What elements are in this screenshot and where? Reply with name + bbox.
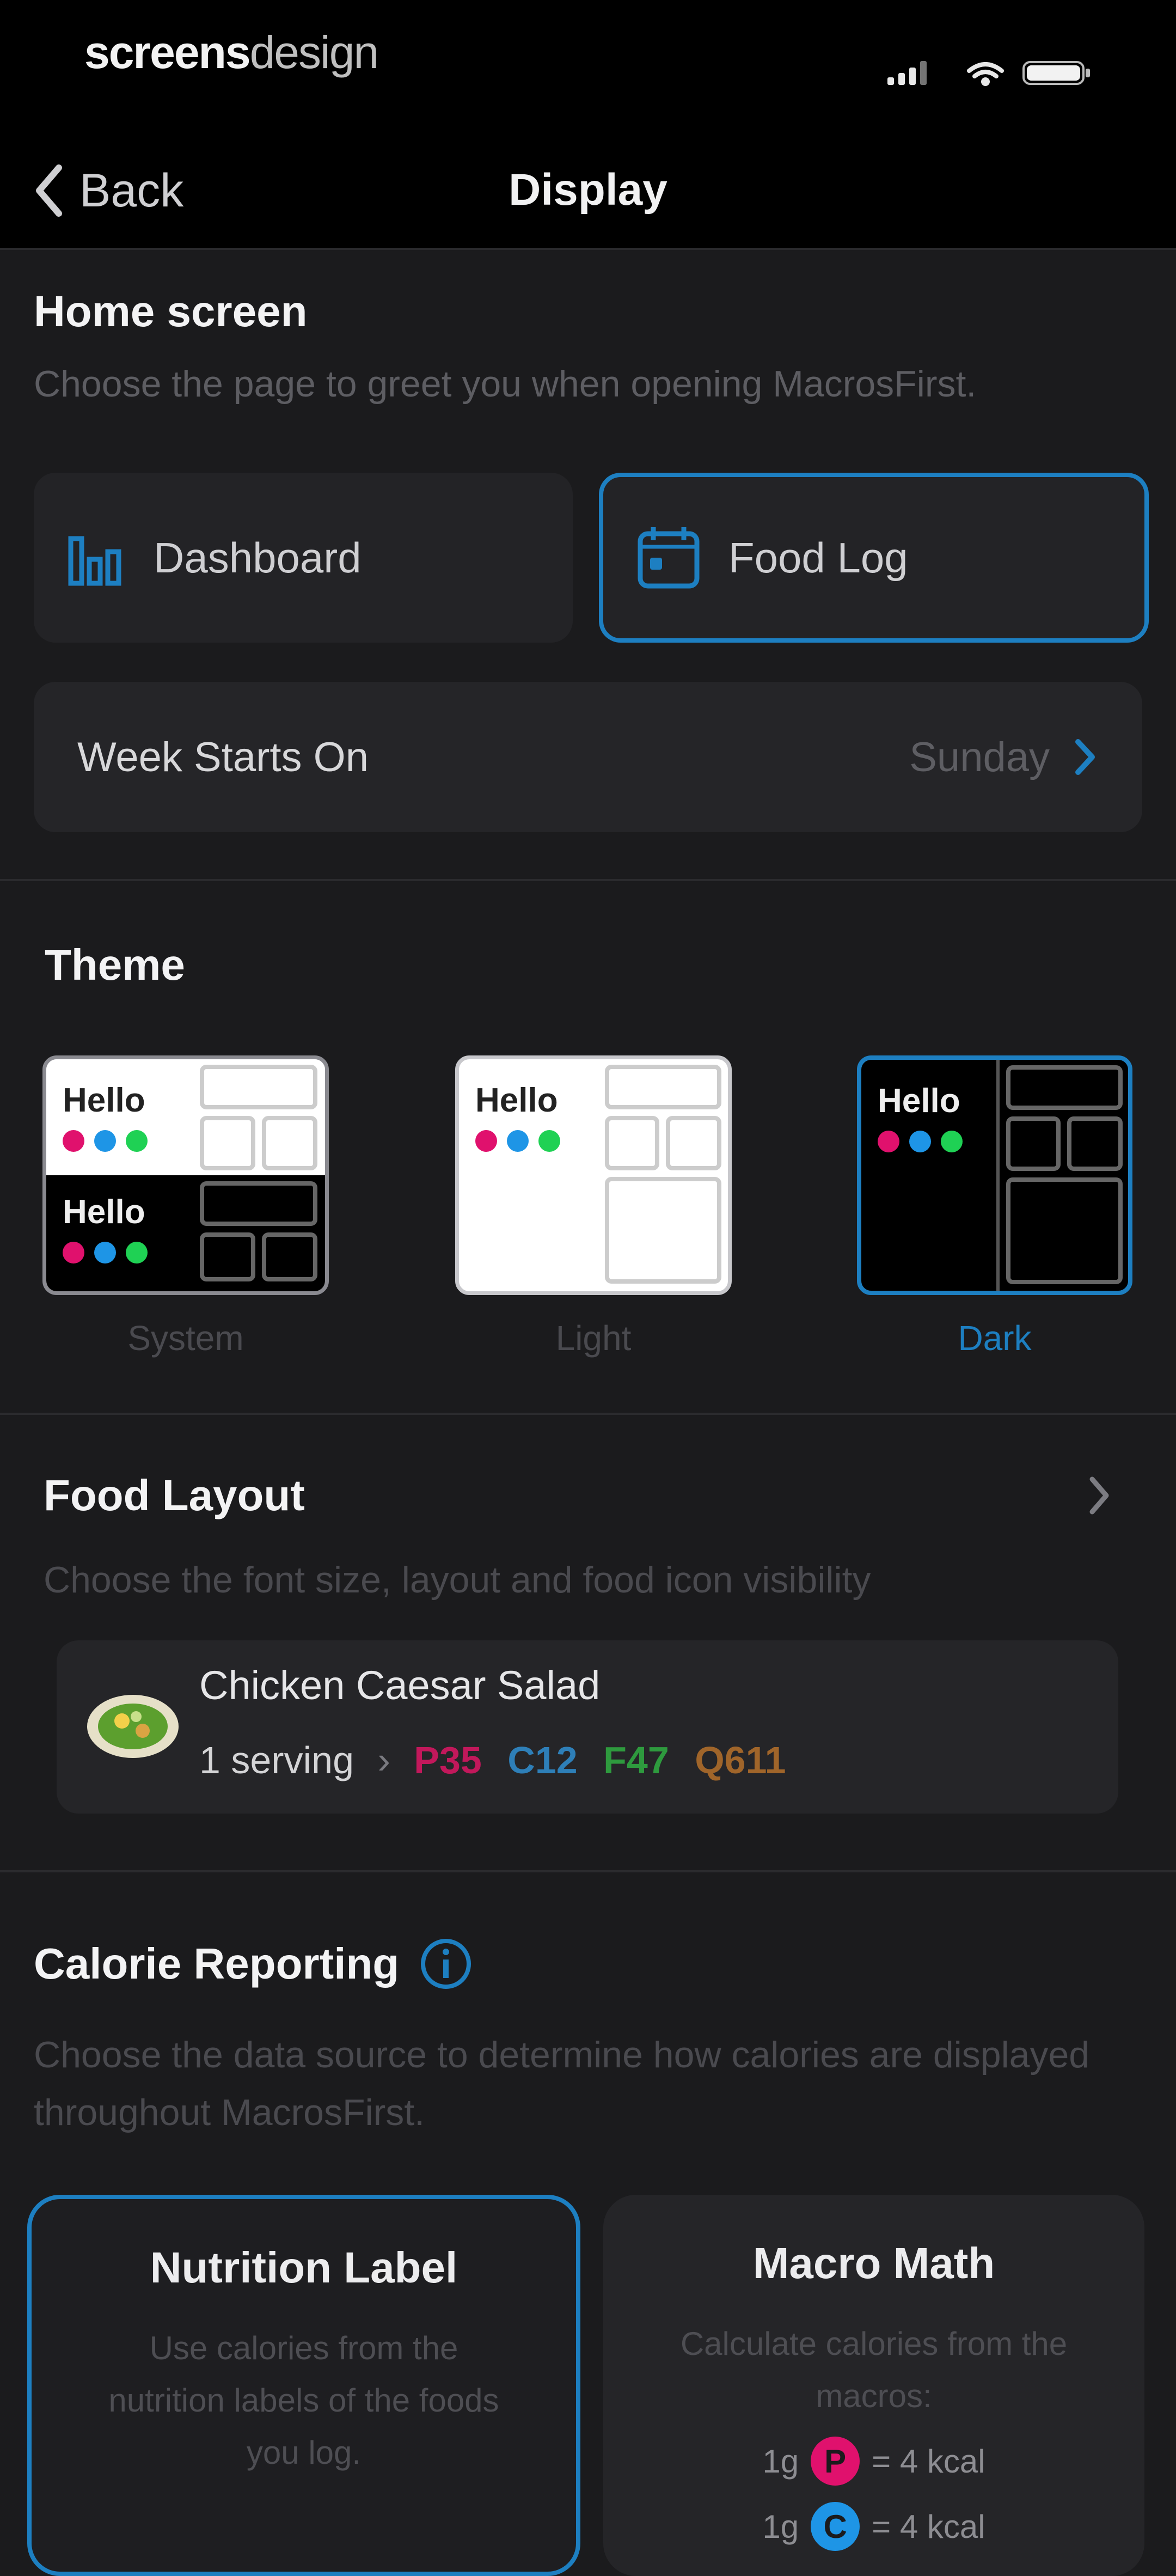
food-layout-chevron-icon[interactable] [1086, 1474, 1113, 1517]
calorie-reporting-title: Calorie Reporting [34, 1939, 400, 1988]
preview-dot [126, 1242, 148, 1263]
preview-tile [666, 1116, 721, 1170]
preview-tile [605, 1116, 659, 1170]
preview-dot [63, 1242, 84, 1263]
nutrition-label-desc: Use calories from the nutrition labels o… [108, 2330, 499, 2471]
section-divider [0, 1413, 1176, 1415]
home-option-food-log[interactable]: Food Log [599, 473, 1149, 643]
bar-chart-icon [68, 536, 121, 586]
preview-tile [200, 1181, 317, 1226]
wifi-icon [967, 62, 1004, 86]
preview-tile [200, 1232, 255, 1281]
preview-tile [605, 1177, 721, 1284]
food-carbs: C12 [507, 1739, 578, 1781]
food-layout-title: Food Layout [44, 1471, 305, 1519]
salad-icon [87, 1695, 179, 1758]
math-amount: 1g [762, 2508, 799, 2545]
math-amount: 1g [762, 2443, 799, 2480]
preview-dot [878, 1131, 899, 1152]
math-equals: = 4 kcal [872, 2508, 985, 2545]
preview-hello: Hello [878, 1082, 960, 1120]
preview-dot [126, 1130, 148, 1152]
week-starts-label: Week Starts On [77, 734, 369, 780]
preview-dot [475, 1130, 497, 1152]
food-separator: › [377, 1739, 390, 1781]
preview-tile [1067, 1116, 1123, 1171]
calorie-reporting-subtitle: Choose the data source to determine how … [34, 2034, 1090, 2133]
calendar-icon [638, 527, 700, 589]
preview-tile [200, 1116, 255, 1170]
preview-dot [94, 1242, 116, 1263]
info-icon[interactable] [419, 1937, 473, 1991]
home-screen-title: Home screen [34, 287, 308, 335]
week-starts-row[interactable]: Week Starts On Sunday [34, 682, 1142, 832]
signal-icon [887, 61, 927, 85]
home-screen-subtitle: Choose the page to greet you when openin… [34, 363, 977, 405]
nutrition-label-title: Nutrition Label [150, 2243, 458, 2292]
food-log-label: Food Log [728, 533, 908, 582]
preview-dot [63, 1130, 84, 1152]
brand-watermark: screensdesign [84, 26, 379, 79]
brand-bold: screens [84, 27, 251, 78]
theme-option-dark[interactable]: Hello [857, 1055, 1132, 1295]
status-icons [887, 54, 1105, 90]
week-starts-value: Sunday [909, 734, 1050, 780]
preview-tile [1006, 1116, 1061, 1171]
preview-tile [200, 1065, 317, 1109]
preview-hello-dark: Hello [63, 1193, 145, 1231]
page-title: Display [509, 165, 667, 215]
calorie-reporting-header: Calorie Reporting [34, 1937, 473, 1991]
macro-badge-protein: P [811, 2437, 860, 2486]
calorie-option-macro-math[interactable]: Macro Math Calculate calories from the m… [603, 2195, 1144, 2576]
preview-tile [605, 1065, 721, 1109]
preview-tile [1006, 1177, 1123, 1284]
chevron-right-icon [1075, 739, 1095, 775]
preview-dot [909, 1131, 931, 1152]
food-calories: Q611 [695, 1739, 786, 1781]
dashboard-label: Dashboard [154, 533, 362, 582]
math-equals: = 4 kcal [872, 2443, 985, 2480]
macro-math-title: Macro Math [752, 2239, 995, 2287]
food-protein: P35 [414, 1739, 482, 1781]
food-layout-subtitle: Choose the font size, layout and food ic… [44, 1559, 871, 1601]
preview-tile [1006, 1065, 1123, 1110]
theme-option-light[interactable]: Hello [455, 1055, 732, 1295]
preview-dot [507, 1130, 529, 1152]
theme-label-system: System [127, 1318, 244, 1358]
food-layout-preview[interactable]: Chicken Caesar Salad 1 serving › P35 C12… [57, 1640, 1118, 1814]
preview-hello-light: Hello [63, 1082, 145, 1119]
calorie-option-nutrition-label[interactable]: Nutrition Label Use calories from the nu… [27, 2195, 580, 2576]
macro-badge-carbs: C [811, 2502, 860, 2551]
battery-icon [1022, 61, 1090, 85]
section-divider [0, 1870, 1176, 1872]
macro-math-row-protein: 1g P = 4 kcal [603, 2437, 1144, 2486]
theme-option-system[interactable]: Hello Hello [42, 1055, 329, 1295]
preview-tile [262, 1232, 317, 1281]
home-option-dashboard[interactable]: Dashboard [34, 473, 573, 643]
preview-hello: Hello [475, 1082, 558, 1119]
section-divider [0, 879, 1176, 881]
macro-math-row-carbs: 1g C = 4 kcal [603, 2502, 1144, 2551]
macro-math-desc: Calculate calories from the macros: [680, 2325, 1068, 2414]
preview-dot [538, 1130, 560, 1152]
food-fat: F47 [603, 1739, 669, 1781]
food-serving: 1 serving [199, 1739, 354, 1781]
theme-label-light: Light [555, 1318, 632, 1358]
theme-label-dark: Dark [958, 1318, 1032, 1358]
preview-divider [996, 1060, 1000, 1291]
preview-dot [941, 1131, 963, 1152]
theme-title: Theme [45, 941, 185, 989]
brand-light: design [249, 27, 379, 78]
preview-dot [94, 1130, 116, 1152]
food-name: Chicken Caesar Salad [199, 1663, 601, 1708]
preview-tile [262, 1116, 317, 1170]
